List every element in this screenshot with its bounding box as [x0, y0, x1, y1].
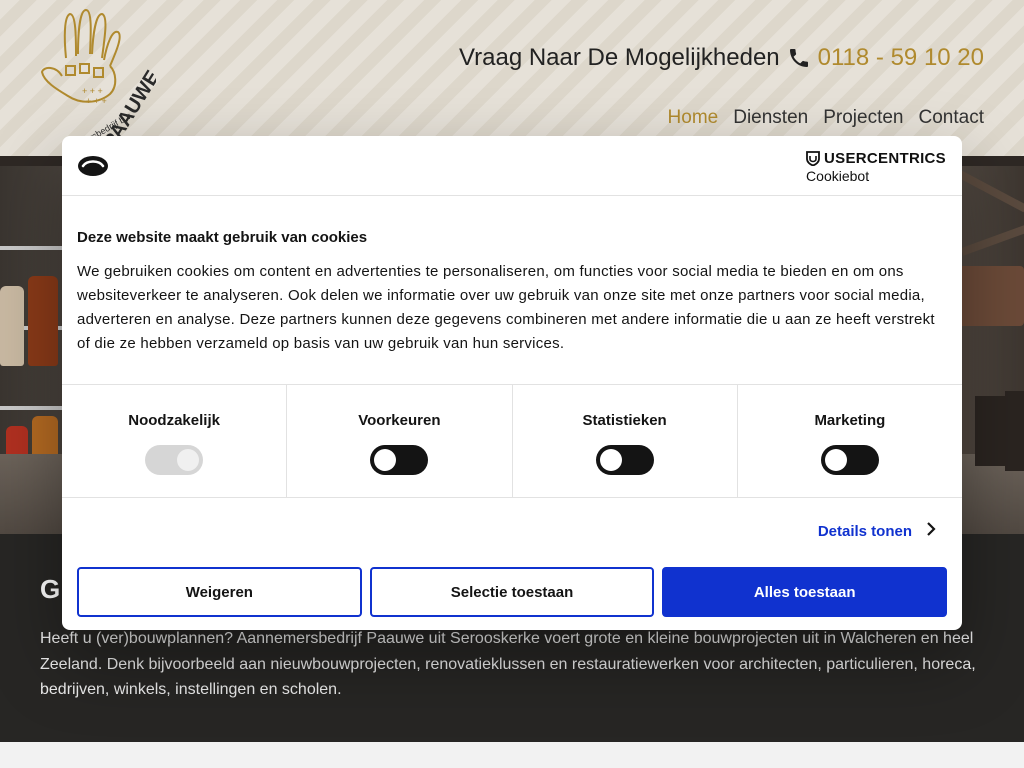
intro-heading: G [40, 574, 61, 604]
details-toggle-link[interactable]: Details tonen [818, 522, 936, 541]
details-label: Details tonen [817, 523, 912, 540]
phone-icon [789, 49, 808, 67]
contact-line: Vraag Naar De Mogelijkheden 0118 - 59 10… [459, 44, 984, 72]
dialog-header: USERCENTRICS Cookiebot [62, 136, 962, 196]
phone-number-link[interactable]: 0118 - 59 10 20 [818, 44, 984, 72]
category-label: Voorkeuren [358, 412, 441, 429]
reject-button[interactable]: Weigeren [77, 567, 362, 617]
logo-hand-icon: + + + + + + PAAUWE aannemersbedrijf b.v. [40, 8, 164, 161]
nav-home[interactable]: Home [668, 107, 719, 129]
category-label: Noodzakelijk [128, 412, 220, 429]
category-marketing: Marketing [738, 385, 962, 497]
contact-prompt: Vraag Naar De Mogelijkheden [459, 44, 780, 71]
dialog-title: Deze website maakt gebruik van cookies [77, 229, 368, 246]
cookiebot-label: Cookiebot [806, 168, 870, 184]
svg-text:+ + +: + + + [86, 96, 107, 106]
intro-text: Heeft u (ver)bouwplannen? Aannemersbedri… [40, 630, 976, 698]
consent-categories: Noodzakelijk Voorkeuren Statistieken Mar… [62, 384, 962, 498]
dialog-actions: Weigeren Selectie toestaan Alles toestaa… [77, 567, 948, 617]
usercentrics-brand[interactable]: USERCENTRICS Cookiebot [806, 150, 946, 184]
category-label: Marketing [814, 412, 886, 429]
allow-selection-button[interactable]: Selectie toestaan [369, 567, 655, 617]
usercentrics-label: USERCENTRICS [824, 150, 946, 167]
cookie-consent-dialog: USERCENTRICS Cookiebot Deze website maak… [62, 136, 962, 630]
statistieken-toggle[interactable] [595, 445, 654, 475]
usercentrics-shield-icon [806, 151, 820, 166]
dialog-body: Deze website maakt gebruik van cookies W… [77, 229, 947, 356]
noodzakelijk-toggle [145, 445, 204, 475]
cookiebot-logo-icon [78, 156, 108, 176]
nav-contact[interactable]: Contact [919, 107, 984, 129]
main-nav: Home Diensten Projecten Contact [668, 107, 984, 129]
site-header: + + + + + + PAAUWE aannemersbedrijf b.v.… [0, 0, 1024, 161]
chevron-right-icon [926, 522, 936, 541]
voorkeuren-toggle[interactable] [370, 445, 429, 475]
bottom-strip [0, 742, 1024, 768]
category-statistieken: Statistieken [513, 385, 738, 497]
allow-all-button[interactable]: Alles toestaan [662, 567, 948, 617]
category-label: Statistieken [582, 412, 667, 429]
marketing-toggle[interactable] [820, 445, 879, 475]
dialog-description: We gebruiken cookies om content en adver… [77, 263, 935, 352]
paauwe-logo[interactable]: + + + + + + PAAUWE aannemersbedrijf b.v. [36, 8, 164, 161]
nav-diensten[interactable]: Diensten [733, 107, 808, 129]
category-noodzakelijk: Noodzakelijk [62, 385, 288, 497]
nav-projecten[interactable]: Projecten [823, 107, 903, 129]
category-voorkeuren: Voorkeuren [287, 385, 513, 497]
svg-text:+ + +: + + + [82, 86, 103, 96]
